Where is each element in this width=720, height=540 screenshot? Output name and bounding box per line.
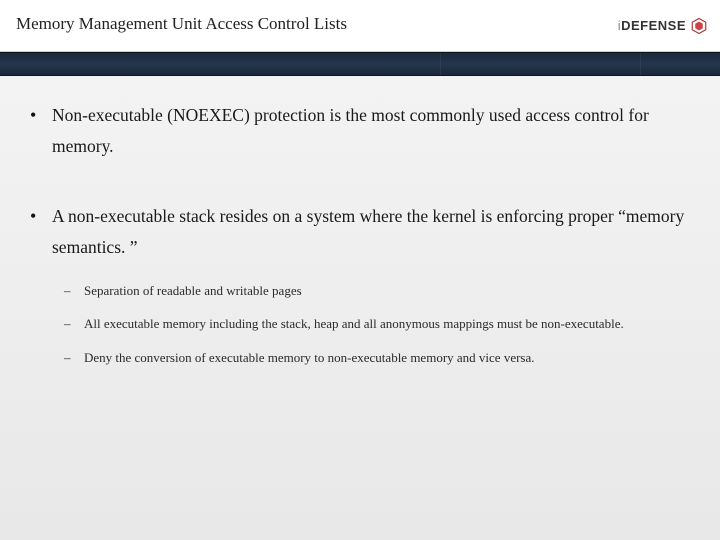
brand-logo-text: iDEFENSE	[618, 18, 686, 33]
slide-title: Memory Management Unit Access Control Li…	[16, 14, 704, 34]
sub-list-item: All executable memory including the stac…	[52, 314, 690, 334]
sub-bullet-list: Separation of readable and writable page…	[52, 281, 690, 368]
bullet-text: Non-executable (NOEXEC) protection is th…	[52, 105, 649, 156]
brand-logo: iDEFENSE	[618, 17, 708, 35]
list-item: A non-executable stack resides on a syst…	[30, 201, 690, 367]
bullet-list: Non-executable (NOEXEC) protection is th…	[30, 100, 690, 367]
sub-list-item: Deny the conversion of executable memory…	[52, 348, 690, 368]
sub-list-item: Separation of readable and writable page…	[52, 281, 690, 301]
title-bar: Memory Management Unit Access Control Li…	[0, 0, 720, 52]
bullet-text: A non-executable stack resides on a syst…	[52, 206, 684, 257]
list-item: Non-executable (NOEXEC) protection is th…	[30, 100, 690, 161]
shield-hex-icon	[690, 17, 708, 35]
decorative-band	[0, 52, 720, 76]
slide-content: Non-executable (NOEXEC) protection is th…	[0, 76, 720, 427]
